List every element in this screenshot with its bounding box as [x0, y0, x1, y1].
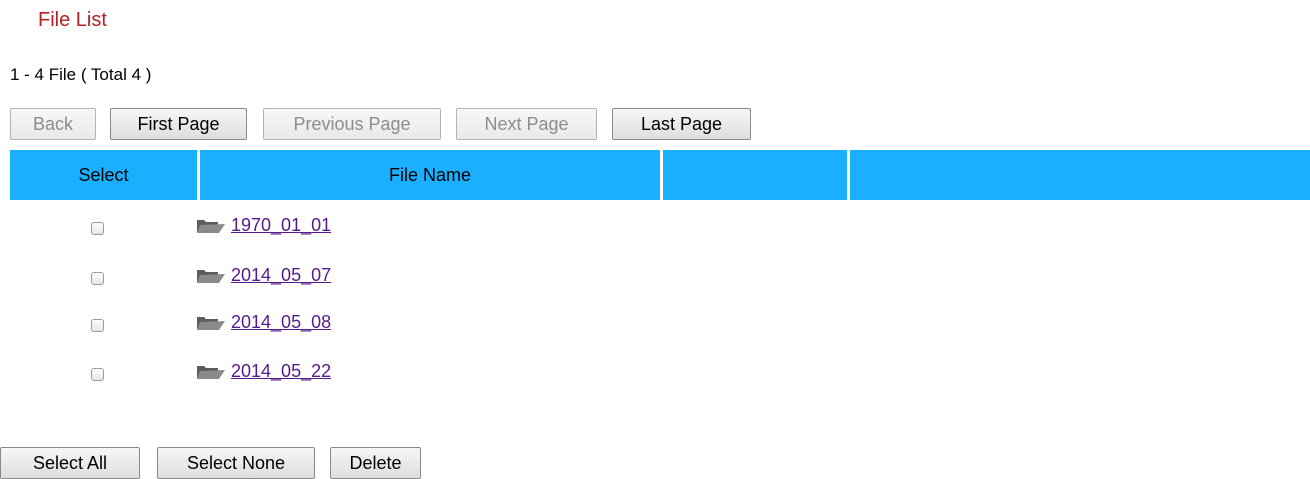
row-select-checkbox[interactable] [91, 368, 104, 381]
first-page-button[interactable]: First Page [110, 108, 247, 140]
column-header-select: Select [78, 165, 129, 185]
last-page-button[interactable]: Last Page [612, 108, 751, 140]
row-select-checkbox[interactable] [91, 272, 104, 285]
select-none-button[interactable]: Select None [157, 447, 315, 479]
folder-icon [197, 220, 225, 233]
delete-button[interactable]: Delete [330, 447, 421, 479]
folder-icon [197, 317, 225, 330]
row-select-checkbox[interactable] [91, 222, 104, 235]
select-all-button[interactable]: Select All [0, 447, 140, 479]
next-page-button[interactable]: Next Page [456, 108, 597, 140]
folder-icon [197, 366, 225, 379]
page-title: File List [38, 9, 107, 31]
back-button[interactable]: Back [10, 108, 96, 140]
file-link[interactable]: 2014_05_07 [231, 265, 331, 286]
row-select-checkbox[interactable] [91, 319, 104, 332]
file-count-summary: 1 - 4 File ( Total 4 ) [10, 65, 152, 84]
previous-page-button[interactable]: Previous Page [263, 108, 441, 140]
table-row: 2014_05_08 [10, 312, 1310, 369]
file-link[interactable]: 1970_01_01 [231, 215, 331, 236]
table-row: 1970_01_01 [10, 215, 1310, 272]
column-header-3 [663, 150, 847, 200]
column-header-file-name: File Name [388, 165, 472, 185]
folder-icon [197, 270, 225, 283]
table-header: Select File Name [10, 150, 1310, 200]
file-link[interactable]: 2014_05_22 [231, 361, 331, 382]
table-row: 2014_05_22 [10, 361, 1310, 418]
file-link[interactable]: 2014_05_08 [231, 312, 331, 333]
column-header-4 [850, 150, 1310, 200]
